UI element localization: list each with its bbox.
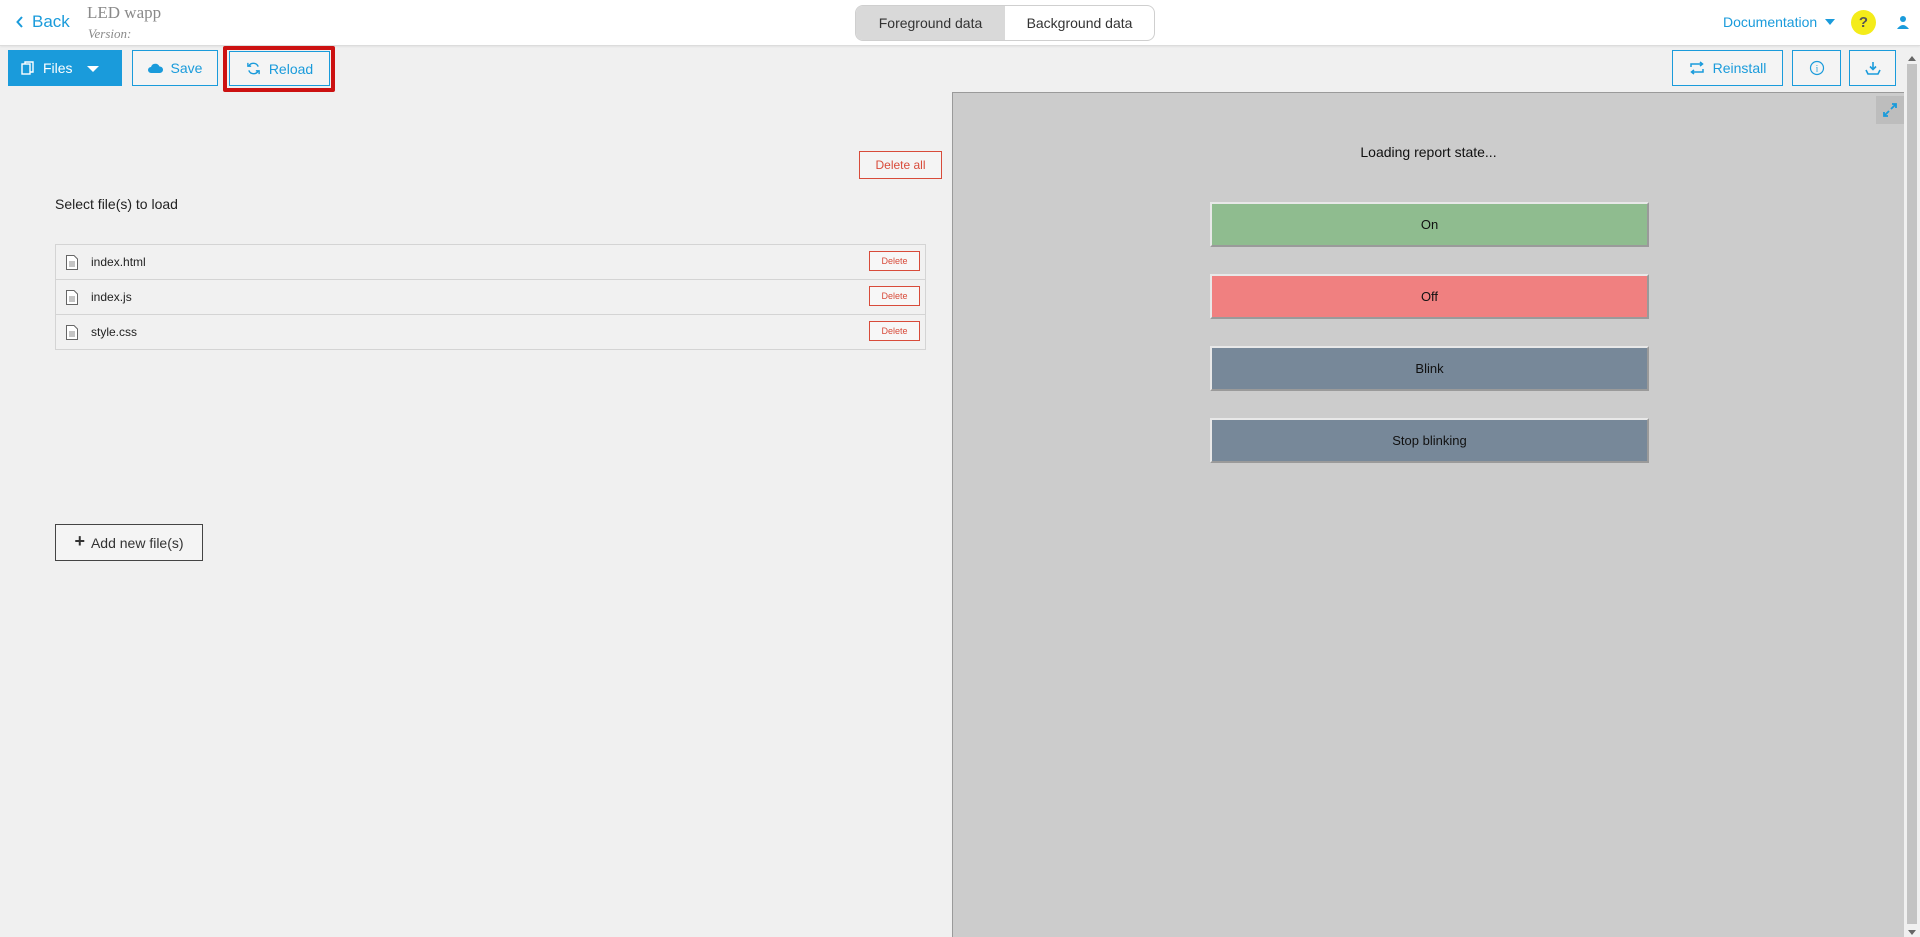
app-preview-panel: Loading report state... On Off Blink Sto… xyxy=(952,92,1904,937)
download-button[interactable] xyxy=(1849,50,1896,86)
files-icon xyxy=(21,61,34,75)
download-icon xyxy=(1864,62,1881,75)
file-row-style-css[interactable]: style.css Delete xyxy=(56,315,925,349)
off-button[interactable]: Off xyxy=(1210,274,1649,319)
preview-scrollbar[interactable] xyxy=(1904,54,1920,937)
reload-button[interactable]: Reload xyxy=(229,51,330,86)
repeat-icon xyxy=(1689,61,1704,75)
file-row-index-js[interactable]: index.js Delete xyxy=(56,280,925,315)
refresh-icon xyxy=(246,62,260,75)
file-icon xyxy=(66,324,78,340)
file-name: index.html xyxy=(91,255,146,269)
tab-background-data[interactable]: Background data xyxy=(1005,6,1154,40)
save-label: Save xyxy=(170,60,203,76)
scroll-up-icon[interactable] xyxy=(1908,56,1916,61)
info-button[interactable]: i xyxy=(1792,50,1841,86)
delete-all-button[interactable]: Delete all xyxy=(859,151,942,179)
select-files-label: Select file(s) to load xyxy=(55,196,178,212)
add-new-files-button[interactable]: + Add new file(s) xyxy=(55,524,203,561)
delete-file-button[interactable]: Delete xyxy=(869,286,920,306)
help-button[interactable]: ? xyxy=(1851,10,1876,35)
reinstall-button[interactable]: Reinstall xyxy=(1672,50,1783,86)
data-tabs: Foreground data Background data xyxy=(855,5,1155,41)
file-list: index.html Delete index.js Delete style.… xyxy=(55,244,926,350)
plus-icon: + xyxy=(74,531,85,551)
caret-down-icon xyxy=(1825,19,1836,25)
chevron-left-icon xyxy=(16,16,23,28)
reinstall-label: Reinstall xyxy=(1712,60,1767,76)
app-version: Version: xyxy=(88,26,132,41)
app-title: LED wapp xyxy=(87,3,162,22)
svg-text:i: i xyxy=(1815,64,1818,74)
files-menu-button[interactable]: Files xyxy=(8,50,122,86)
info-icon: i xyxy=(1809,60,1824,76)
file-icon xyxy=(66,254,78,270)
add-files-label: Add new file(s) xyxy=(90,534,184,551)
user-icon[interactable] xyxy=(1896,14,1910,30)
back-label: Back xyxy=(32,12,70,31)
top-header: Back LED wapp Version: Foreground data B… xyxy=(0,0,1920,46)
file-row-index-html[interactable]: index.html Delete xyxy=(56,245,925,280)
on-button[interactable]: On xyxy=(1210,202,1649,247)
stop-blinking-button[interactable]: Stop blinking xyxy=(1210,418,1649,463)
back-button[interactable]: Back xyxy=(16,12,70,32)
file-name: style.css xyxy=(91,325,138,339)
blink-button[interactable]: Blink xyxy=(1210,346,1649,391)
caret-down-icon xyxy=(87,66,99,72)
delete-file-button[interactable]: Delete xyxy=(869,321,920,341)
documentation-label: Documentation xyxy=(1723,14,1818,30)
expand-icon[interactable] xyxy=(1876,96,1904,124)
expand-arrows-icon xyxy=(1883,103,1897,117)
scroll-down-icon[interactable] xyxy=(1908,930,1916,935)
documentation-dropdown[interactable]: Documentation xyxy=(1723,14,1836,30)
scrollbar-thumb[interactable] xyxy=(1907,64,1917,924)
file-name: index.js xyxy=(91,290,132,304)
file-icon xyxy=(66,289,78,305)
tab-foreground-data[interactable]: Foreground data xyxy=(856,6,1005,40)
cloud-icon xyxy=(147,63,163,73)
loading-status: Loading report state... xyxy=(1360,144,1497,160)
reload-label: Reload xyxy=(268,60,314,77)
delete-file-button[interactable]: Delete xyxy=(869,251,920,271)
files-label: Files xyxy=(43,60,73,76)
save-button[interactable]: Save xyxy=(132,50,218,86)
